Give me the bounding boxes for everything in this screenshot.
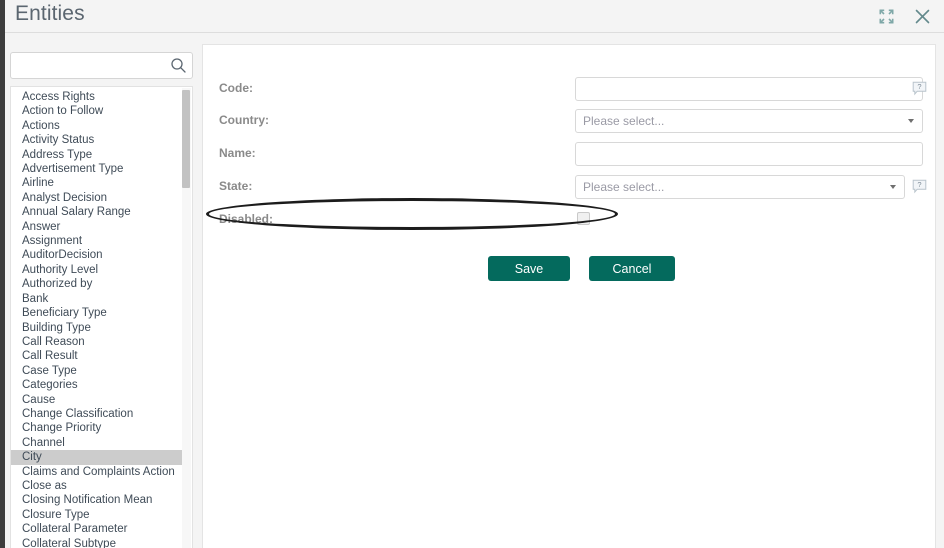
list-item[interactable]: Annual Salary Range xyxy=(11,205,183,219)
list-item[interactable]: Closing Notification Mean xyxy=(11,493,183,507)
list-item[interactable]: Airline xyxy=(11,176,183,190)
list-item[interactable]: Cause xyxy=(11,393,183,407)
cancel-button[interactable]: Cancel xyxy=(589,256,675,281)
list-item[interactable]: Close as xyxy=(11,479,183,493)
list-item[interactable]: Assignment xyxy=(11,234,183,248)
help-tooltip-icon[interactable]: ? xyxy=(912,179,927,194)
help-tooltip-icon[interactable]: ? xyxy=(912,81,927,96)
list-item[interactable]: Advertisement Type xyxy=(11,162,183,176)
field-select-country[interactable]: Please select... xyxy=(575,109,923,133)
list-item[interactable]: Building Type xyxy=(11,321,183,335)
list-item[interactable]: Case Type xyxy=(11,364,183,378)
page-title: Entities xyxy=(15,2,85,25)
list-item[interactable]: AuditorDecision xyxy=(11,248,183,262)
close-icon[interactable] xyxy=(910,4,934,28)
list-item[interactable]: Action to Follow xyxy=(11,104,183,118)
list-item[interactable]: City xyxy=(11,450,183,465)
field-select-state[interactable]: Please select... xyxy=(575,175,905,199)
chevron-down-icon[interactable] xyxy=(890,185,896,189)
list-item[interactable]: Change Priority xyxy=(11,421,183,435)
chevron-down-icon[interactable] xyxy=(908,119,914,123)
list-item[interactable]: Call Result xyxy=(11,349,183,363)
svg-text:?: ? xyxy=(917,180,921,189)
list-item[interactable]: Actions xyxy=(11,119,183,133)
window-header: Entities xyxy=(5,0,944,33)
list-item[interactable]: Access Rights xyxy=(11,90,183,104)
list-item[interactable]: Analyst Decision xyxy=(11,191,183,205)
detail-panel: Code:? Country: Please select... Name: State… xyxy=(202,44,936,548)
form-row-name: Name: xyxy=(203,139,937,171)
list-item[interactable]: Collateral Parameter xyxy=(11,522,183,536)
form-row-country: Country: Please select... xyxy=(203,106,937,138)
field-checkbox-disabled[interactable] xyxy=(577,212,590,225)
list-item[interactable]: Change Classification xyxy=(11,407,183,421)
list-item[interactable]: Claims and Complaints Action xyxy=(11,465,183,479)
expand-icon[interactable] xyxy=(874,4,898,28)
field-input-code[interactable] xyxy=(575,77,923,101)
list-item[interactable]: Authority Level xyxy=(11,263,183,277)
svg-text:?: ? xyxy=(917,82,921,91)
entity-list-panel: Access Rights Action to Follow Actions Acti… xyxy=(10,86,193,548)
header-actions xyxy=(874,4,934,28)
field-label-disabled: Disabled: xyxy=(219,212,274,226)
entity-list[interactable]: Access Rights Action to Follow Actions Acti… xyxy=(11,90,183,548)
field-select-value-country: Please select... xyxy=(583,114,665,128)
list-item[interactable]: Bank xyxy=(11,292,183,306)
entity-list-scrollbar-track[interactable] xyxy=(182,88,191,548)
list-item[interactable]: Closure Type xyxy=(11,508,183,522)
field-label-state: State: xyxy=(219,179,253,193)
list-item[interactable]: Address Type xyxy=(11,148,183,162)
field-label-code: Code: xyxy=(219,81,253,95)
search-input[interactable] xyxy=(11,53,171,78)
field-label-name: Name: xyxy=(219,146,256,160)
list-item[interactable]: Channel xyxy=(11,436,183,450)
sidebar: Access Rights Action to Follow Actions Acti… xyxy=(5,34,199,548)
field-select-value-state: Please select... xyxy=(583,180,665,194)
list-item[interactable]: Collateral Subtype xyxy=(11,537,183,548)
entities-window: Entities Access Rights Action to Follow … xyxy=(0,0,944,548)
form-row-state: State: Please select...? xyxy=(203,172,937,204)
list-item[interactable]: Activity Status xyxy=(11,133,183,147)
list-item[interactable]: Call Reason xyxy=(11,335,183,349)
field-input-name[interactable] xyxy=(575,142,923,166)
save-button[interactable]: Save xyxy=(488,256,570,281)
form-row-disabled: Disabled: xyxy=(203,205,937,237)
list-item[interactable]: Categories xyxy=(11,378,183,392)
search-icon[interactable] xyxy=(170,57,187,74)
form-row-code: Code:? xyxy=(203,74,937,106)
list-item[interactable]: Answer xyxy=(11,220,183,234)
search-box[interactable] xyxy=(10,52,193,79)
list-item[interactable]: Authorized by xyxy=(11,277,183,291)
list-item[interactable]: Beneficiary Type xyxy=(11,306,183,320)
entity-list-scrollbar-thumb[interactable] xyxy=(182,90,190,188)
field-label-country: Country: xyxy=(219,113,269,127)
